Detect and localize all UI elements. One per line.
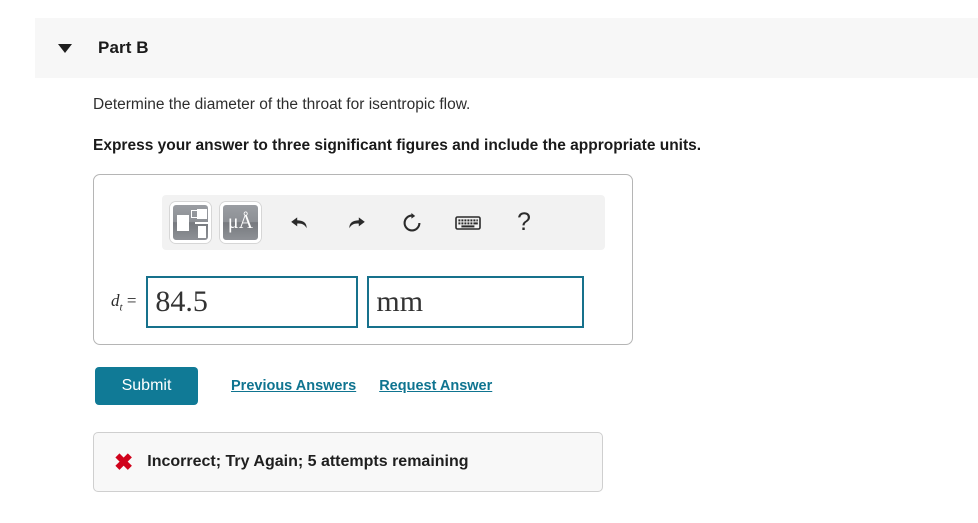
undo-arrow-icon[interactable]: [280, 203, 320, 243]
red-x-icon: ✖: [114, 448, 134, 475]
redo-arrow-icon[interactable]: [336, 203, 376, 243]
answer-input-row: dt = 84.5 mm: [111, 276, 585, 328]
template-shape-3: [197, 209, 207, 219]
previous-answers-link[interactable]: Previous Answers: [231, 378, 356, 394]
units-icon[interactable]: μÅ: [220, 202, 261, 243]
help-question-icon[interactable]: ?: [504, 203, 544, 243]
variable-symbol: d: [111, 290, 120, 310]
part-header[interactable]: Part B: [35, 18, 978, 78]
submit-button[interactable]: Submit: [95, 367, 198, 405]
feedback-banner: ✖ Incorrect; Try Again; 5 attempts remai…: [93, 432, 603, 492]
question-content: Determine the diameter of the throat for…: [93, 95, 953, 157]
question-instruction: Express your answer to three significant…: [93, 136, 702, 154]
answer-panel: μÅ ? dt = 84.5 mm: [93, 174, 633, 345]
math-template-icon[interactable]: [170, 202, 211, 243]
answer-value-input[interactable]: 84.5: [146, 276, 359, 328]
variable-label: dt =: [111, 291, 136, 313]
template-shape-4: [195, 222, 208, 224]
action-row: Submit Previous Answers Request Answer: [95, 367, 492, 405]
keyboard-icon[interactable]: [448, 203, 488, 243]
request-answer-link[interactable]: Request Answer: [379, 378, 492, 394]
answer-units-input[interactable]: mm: [367, 276, 585, 328]
equals-sign: =: [126, 290, 137, 310]
template-shape-1: [177, 215, 189, 231]
answer-toolbar: μÅ ?: [162, 195, 605, 250]
triangle-down-icon[interactable]: [58, 43, 72, 53]
part-title: Part B: [98, 38, 149, 57]
feedback-message: Incorrect; Try Again; 5 attempts remaini…: [147, 453, 469, 470]
template-shape-5: [198, 226, 206, 238]
variable-subscript: t: [119, 301, 123, 314]
question-prompt: Determine the diameter of the throat for…: [93, 96, 471, 113]
reset-circular-arrow-icon[interactable]: [392, 203, 432, 243]
